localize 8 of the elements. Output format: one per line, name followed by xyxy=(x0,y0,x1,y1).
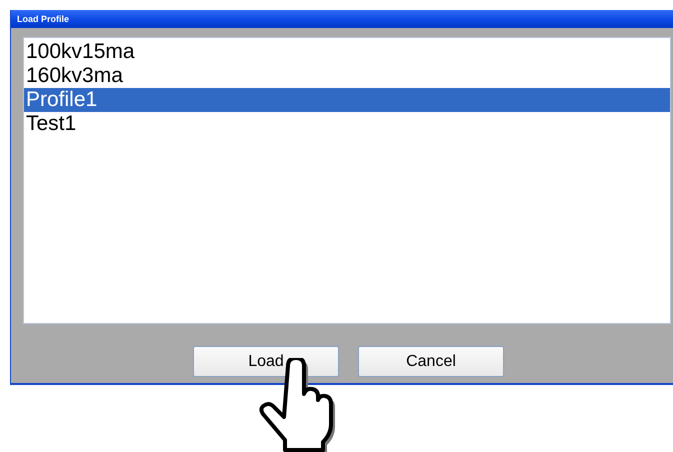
dialog-button[interactable]: Cancel xyxy=(358,346,504,377)
dialog-button[interactable]: Load xyxy=(193,346,339,377)
profile-item[interactable]: Test1 xyxy=(24,112,670,136)
profile-list[interactable]: 100kv15ma 160kv3ma Profile1 Test1 xyxy=(23,37,671,324)
profile-item[interactable]: 160kv3ma xyxy=(24,64,670,88)
window-title: Load Profile xyxy=(17,14,70,24)
profile-item[interactable]: 100kv15ma xyxy=(24,40,670,64)
profile-item[interactable]: Profile1 xyxy=(24,88,670,112)
